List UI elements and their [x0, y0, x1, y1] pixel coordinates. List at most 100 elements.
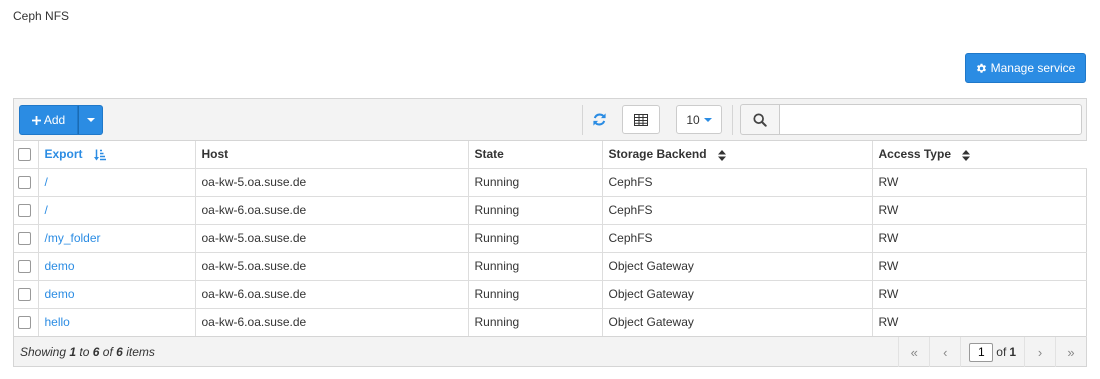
export-cell: hello — [38, 308, 196, 337]
export-cell: demo — [38, 280, 196, 309]
row-checkbox[interactable] — [18, 204, 31, 218]
summary-items-word: items — [126, 344, 155, 359]
access-cell: RW — [872, 168, 1087, 197]
row-select-cell — [14, 168, 39, 197]
table-row[interactable]: /my_folder oa-kw-5.oa.suse.de Running Ce… — [14, 224, 1087, 253]
row-checkbox[interactable] — [18, 260, 31, 274]
chevron-left-icon: ‹ — [943, 344, 948, 360]
page-of-label: of — [996, 345, 1007, 359]
table-row[interactable]: / oa-kw-6.oa.suse.de Running CephFS RW — [14, 196, 1087, 225]
summary-from: 1 — [69, 344, 77, 359]
search-addon[interactable] — [740, 104, 780, 135]
chevron-down-icon — [703, 117, 712, 122]
host-cell: oa-kw-5.oa.suse.de — [195, 252, 469, 281]
export-cell: demo — [38, 252, 196, 281]
summary-to: 6 — [92, 344, 100, 359]
row-select-cell — [14, 280, 39, 309]
first-page-button[interactable]: « — [898, 337, 929, 367]
column-label: Storage Backend — [608, 147, 707, 162]
sort-amount-asc-icon — [93, 149, 106, 161]
row-checkbox[interactable] — [18, 232, 31, 246]
column-header-access-type[interactable]: Access Type — [872, 141, 1087, 169]
export-link[interactable]: demo — [45, 287, 75, 301]
total-pages: 1 — [1009, 345, 1016, 359]
table-row[interactable]: / oa-kw-5.oa.suse.de Running CephFS RW — [14, 168, 1087, 197]
chevron-down-icon — [86, 118, 95, 122]
state-cell: Running — [468, 196, 603, 225]
access-cell: RW — [872, 252, 1087, 281]
row-select-cell — [14, 308, 39, 337]
search-icon — [753, 112, 767, 127]
refresh-icon — [592, 112, 606, 126]
access-cell: RW — [872, 280, 1087, 309]
column-toggle-button[interactable] — [622, 105, 660, 134]
export-link[interactable]: /my_folder — [45, 231, 101, 245]
toolbar-divider — [582, 105, 583, 135]
refresh-button[interactable] — [588, 108, 610, 130]
page-size-select[interactable]: 10 — [676, 105, 722, 134]
add-button-group: Add — [19, 105, 103, 135]
host-cell: oa-kw-6.oa.suse.de — [195, 280, 469, 309]
next-page-button[interactable]: › — [1024, 337, 1055, 367]
row-select-cell — [14, 224, 39, 253]
access-cell: RW — [872, 308, 1087, 337]
page-input-group: of 1 — [960, 337, 1024, 367]
table-row[interactable]: demo oa-kw-5.oa.suse.de Running Object G… — [14, 252, 1087, 281]
column-header-state[interactable]: State — [468, 141, 603, 169]
column-header-host[interactable]: Host — [195, 141, 469, 169]
grid-toolbar: Add 10 — [14, 99, 1086, 141]
grid-footer: Showing 1 to 6 of 6 items « ‹ of 1 › » — [14, 336, 1086, 367]
add-button[interactable]: Add — [19, 105, 78, 135]
export-link[interactable]: demo — [45, 259, 75, 273]
row-checkbox[interactable] — [18, 316, 31, 330]
export-link[interactable]: hello — [45, 315, 70, 329]
export-link[interactable]: / — [45, 203, 48, 217]
select-all-cell — [14, 141, 39, 169]
manage-service-label: Manage service — [990, 61, 1076, 75]
summary-of-word: of — [102, 344, 113, 359]
page-number-input[interactable] — [969, 342, 994, 362]
summary-total: 6 — [116, 344, 123, 359]
state-cell: Running — [468, 168, 603, 197]
gear-icon — [976, 63, 986, 73]
sort-icon — [717, 149, 726, 161]
table-row[interactable]: demo oa-kw-6.oa.suse.de Running Object G… — [14, 280, 1087, 309]
row-checkbox[interactable] — [18, 176, 31, 190]
backend-cell: CephFS — [602, 196, 873, 225]
backend-cell: Object Gateway — [602, 252, 873, 281]
double-chevron-right-icon: » — [1067, 344, 1075, 360]
row-select-cell — [14, 252, 39, 281]
host-cell: oa-kw-6.oa.suse.de — [195, 196, 469, 225]
row-checkbox[interactable] — [18, 288, 31, 302]
prev-page-button[interactable]: ‹ — [929, 337, 960, 367]
exports-table: Export Host State Storage Backend Access… — [14, 141, 1087, 337]
backend-cell: Object Gateway — [602, 280, 873, 309]
pagination-summary: Showing 1 to 6 of 6 items — [20, 345, 155, 359]
access-cell: RW — [872, 196, 1087, 225]
column-label: Host — [201, 147, 229, 162]
table-header-row: Export Host State Storage Backend Access… — [14, 141, 1087, 169]
select-all-checkbox[interactable] — [18, 148, 31, 162]
table-row[interactable]: hello oa-kw-6.oa.suse.de Running Object … — [14, 308, 1087, 337]
search-input[interactable] — [779, 104, 1082, 135]
export-cell: / — [38, 196, 196, 225]
nfs-exports-grid: Add 10 Export Host State Storage Backend… — [13, 98, 1087, 367]
backend-cell: CephFS — [602, 168, 873, 197]
manage-service-button[interactable]: Manage service — [965, 53, 1086, 83]
sort-icon — [962, 149, 971, 161]
summary-to-word: to — [79, 344, 90, 359]
page-title: Ceph NFS — [13, 9, 70, 23]
pagination: « ‹ of 1 › » — [898, 337, 1086, 367]
add-dropdown-toggle[interactable] — [78, 105, 103, 135]
host-cell: oa-kw-6.oa.suse.de — [195, 308, 469, 337]
export-link[interactable]: / — [45, 175, 48, 189]
column-header-export[interactable]: Export — [38, 141, 196, 169]
backend-cell: CephFS — [602, 224, 873, 253]
last-page-button[interactable]: » — [1055, 337, 1086, 367]
backend-cell: Object Gateway — [602, 308, 873, 337]
plus-icon — [31, 115, 41, 125]
page-size-value: 10 — [686, 112, 700, 127]
row-select-cell — [14, 196, 39, 225]
state-cell: Running — [468, 280, 603, 309]
column-header-storage-backend[interactable]: Storage Backend — [602, 141, 873, 169]
